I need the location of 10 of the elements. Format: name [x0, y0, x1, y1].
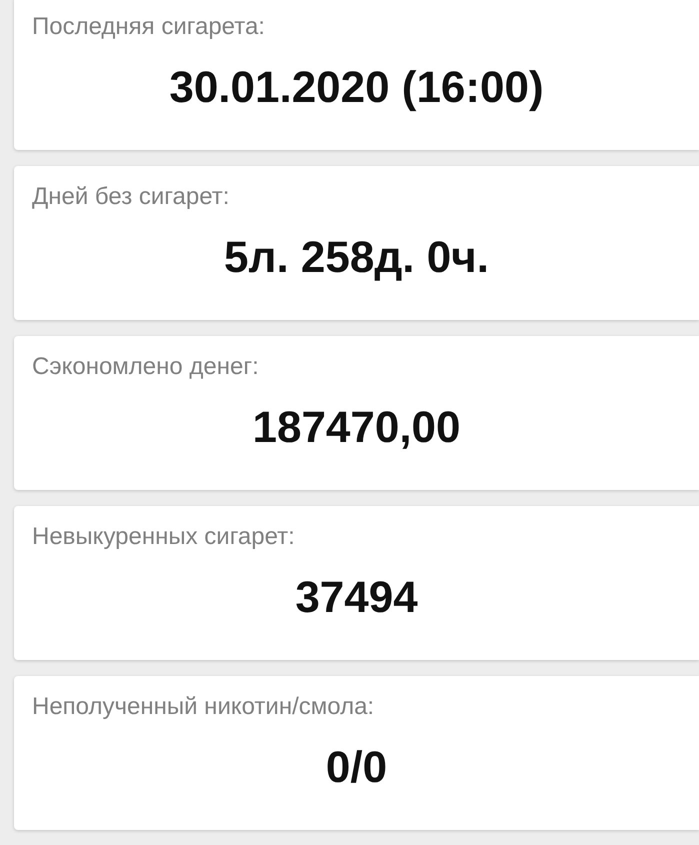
- stat-value: 187470,00: [252, 402, 462, 454]
- stat-value: 0/0: [324, 742, 388, 794]
- stat-value: 5л. 258д. 0ч.: [223, 232, 490, 284]
- stat-value: 37494: [294, 572, 419, 624]
- stat-value: 30.01.2020 (16:00): [168, 62, 545, 114]
- stat-label: Невыкуренных сигарет:: [32, 522, 296, 552]
- stat-label: Неполученный никотин/смола:: [32, 692, 376, 722]
- stat-label: Сэкономлено денег:: [32, 352, 260, 382]
- stat-label: Последняя сигарета:: [32, 12, 266, 42]
- stat-label: Дней без сигарет:: [32, 182, 230, 212]
